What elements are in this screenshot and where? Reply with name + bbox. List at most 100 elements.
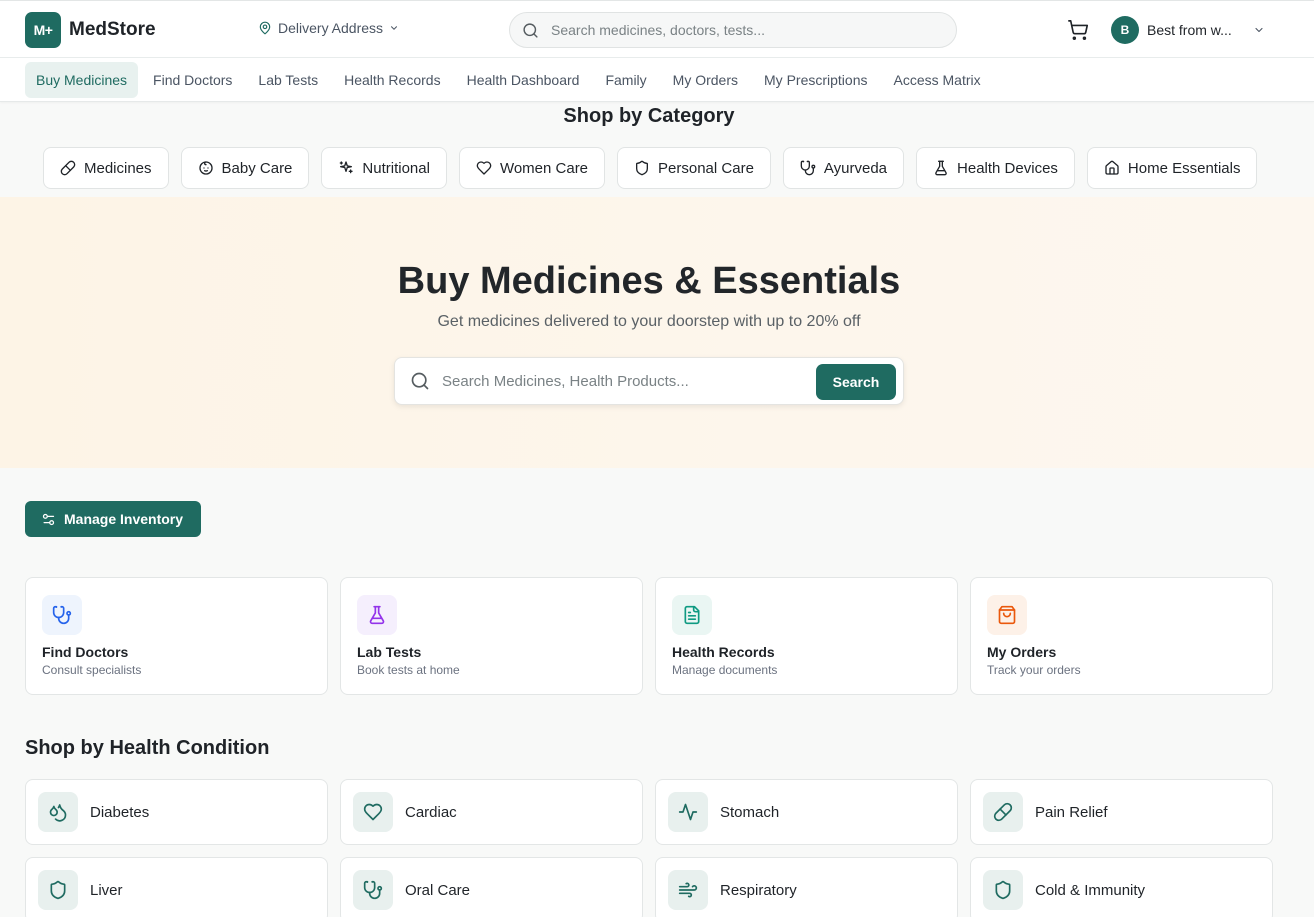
condition-label: Pain Relief (1035, 803, 1108, 821)
hero-search-input[interactable] (442, 372, 802, 390)
condition-card-respiratory[interactable]: Respiratory (655, 857, 958, 917)
logo-text: MedStore (69, 19, 156, 40)
condition-card-cardiac[interactable]: Cardiac (340, 779, 643, 845)
avatar: B (1111, 16, 1139, 44)
category-section-title: Shop by Category (563, 105, 735, 127)
hero-search-button[interactable]: Search (816, 364, 896, 400)
home-icon (1104, 160, 1128, 176)
user-name: Best from w... (1147, 22, 1232, 38)
shopping-cart-icon (1067, 19, 1089, 41)
delivery-address-selector[interactable]: Delivery Address (258, 20, 399, 36)
pill-icon (983, 792, 1023, 832)
chevron-down-icon (1253, 24, 1265, 36)
nav-item-family[interactable]: Family (594, 62, 657, 98)
heart-icon (353, 792, 393, 832)
condition-card-oral-care[interactable]: Oral Care (340, 857, 643, 917)
condition-label: Cold & Immunity (1035, 881, 1146, 899)
quick-card-subtitle: Track your orders (987, 663, 1081, 677)
category-chip-label: Nutritional (362, 159, 430, 177)
heart-icon (476, 160, 500, 176)
category-chip-ayurveda[interactable]: Ayurveda (782, 147, 905, 189)
condition-label: Stomach (720, 803, 780, 821)
pill-icon (60, 160, 84, 176)
delivery-address-label: Delivery Address (278, 20, 384, 36)
flask-icon (357, 595, 397, 635)
shield-icon (38, 870, 78, 910)
condition-card-liver[interactable]: Liver (25, 857, 328, 917)
map-pin-icon (258, 21, 272, 35)
logo[interactable]: M+ MedStore (25, 12, 156, 48)
sliders-icon (41, 512, 64, 527)
nav-item-lab-tests[interactable]: Lab Tests (247, 62, 329, 98)
condition-card-diabetes[interactable]: Diabetes (25, 779, 328, 845)
quick-card-subtitle: Manage documents (672, 663, 778, 677)
hero-subtitle: Get medicines delivered to your doorstep… (437, 313, 861, 330)
category-chip-home-essentials[interactable]: Home Essentials (1086, 147, 1258, 189)
category-chip-label: Women Care (499, 159, 589, 177)
hero-search-box: Search (394, 357, 904, 405)
health-condition-section-title: Shop by Health Condition (25, 737, 270, 759)
file-icon (672, 595, 712, 635)
category-chip-nutritional[interactable]: Nutritional (321, 147, 447, 189)
quick-card-title: Health Records (672, 644, 775, 660)
quick-card-subtitle: Consult specialists (42, 663, 142, 677)
condition-label: Respiratory (720, 881, 797, 899)
shield-icon (983, 870, 1023, 910)
manage-inventory-label: Manage Inventory (64, 511, 184, 527)
quick-card-title: Find Doctors (42, 644, 129, 660)
flask-icon (933, 160, 957, 176)
logo-mark: M+ (25, 12, 61, 48)
baby-icon (198, 160, 222, 176)
quick-card-my-orders[interactable]: My Orders Track your orders (970, 577, 1273, 695)
main-nav: Buy Medicines Find Doctors Lab Tests Hea… (0, 58, 1314, 102)
category-chip-label: Home Essentials (1127, 159, 1241, 177)
condition-label: Diabetes (90, 803, 150, 821)
chevron-down-icon (389, 23, 399, 33)
hero-banner: Buy Medicines & Essentials Get medicines… (0, 197, 1314, 468)
condition-card-pain-relief[interactable]: Pain Relief (970, 779, 1273, 845)
category-chip-label: Ayurveda (823, 159, 888, 177)
condition-card-cold-immunity[interactable]: Cold & Immunity (970, 857, 1273, 917)
nav-item-health-records[interactable]: Health Records (333, 62, 452, 98)
stethoscope-icon (353, 870, 393, 910)
quick-card-title: My Orders (987, 644, 1057, 660)
stethoscope-icon (800, 160, 824, 176)
quick-card-health-records[interactable]: Health Records Manage documents (655, 577, 958, 695)
quick-card-find-doctors[interactable]: Find Doctors Consult specialists (25, 577, 328, 695)
shield-icon (634, 160, 658, 176)
quick-card-lab-tests[interactable]: Lab Tests Book tests at home (340, 577, 643, 695)
condition-label: Liver (90, 881, 123, 899)
category-chip-label: Personal Care (658, 159, 754, 177)
nav-item-find-doctors[interactable]: Find Doctors (142, 62, 243, 98)
quick-links: Find Doctors Consult specialists Lab Tes… (25, 577, 1285, 695)
top-header: M+ MedStore Delivery Address B Best from… (0, 0, 1314, 58)
category-chip-women-care[interactable]: Women Care (458, 147, 606, 189)
search-icon (522, 22, 539, 39)
nav-item-my-orders[interactable]: My Orders (662, 62, 749, 98)
condition-card-stomach[interactable]: Stomach (655, 779, 958, 845)
activity-icon (668, 792, 708, 832)
search-icon (410, 371, 430, 391)
condition-label: Cardiac (405, 803, 457, 821)
nav-item-buy-medicines[interactable]: Buy Medicines (25, 61, 139, 98)
nav-item-my-prescriptions[interactable]: My Prescriptions (753, 62, 878, 98)
category-chip-label: Medicines (84, 159, 152, 177)
droplets-icon (38, 792, 78, 832)
global-search-input[interactable] (551, 22, 931, 38)
hero-title: Buy Medicines & Essentials (397, 260, 901, 302)
category-chip-label: Baby Care (221, 159, 293, 177)
global-search-box (509, 12, 957, 48)
nav-item-access-matrix[interactable]: Access Matrix (882, 62, 991, 98)
cart-button[interactable] (1067, 19, 1089, 41)
sparkles-icon (338, 160, 362, 176)
nav-item-health-dashboard[interactable]: Health Dashboard (456, 62, 591, 98)
quick-card-subtitle: Book tests at home (357, 663, 460, 677)
category-chip-label: Health Devices (957, 159, 1058, 177)
category-chip-health-devices[interactable]: Health Devices (916, 147, 1075, 189)
category-chip-baby-care[interactable]: Baby Care (180, 147, 310, 189)
user-menu[interactable]: B Best from w... (1111, 16, 1265, 44)
category-chip-medicines[interactable]: Medicines (43, 147, 169, 189)
quick-card-title: Lab Tests (357, 644, 422, 660)
category-chip-personal-care[interactable]: Personal Care (617, 147, 771, 189)
manage-inventory-button[interactable]: Manage Inventory (25, 501, 201, 537)
